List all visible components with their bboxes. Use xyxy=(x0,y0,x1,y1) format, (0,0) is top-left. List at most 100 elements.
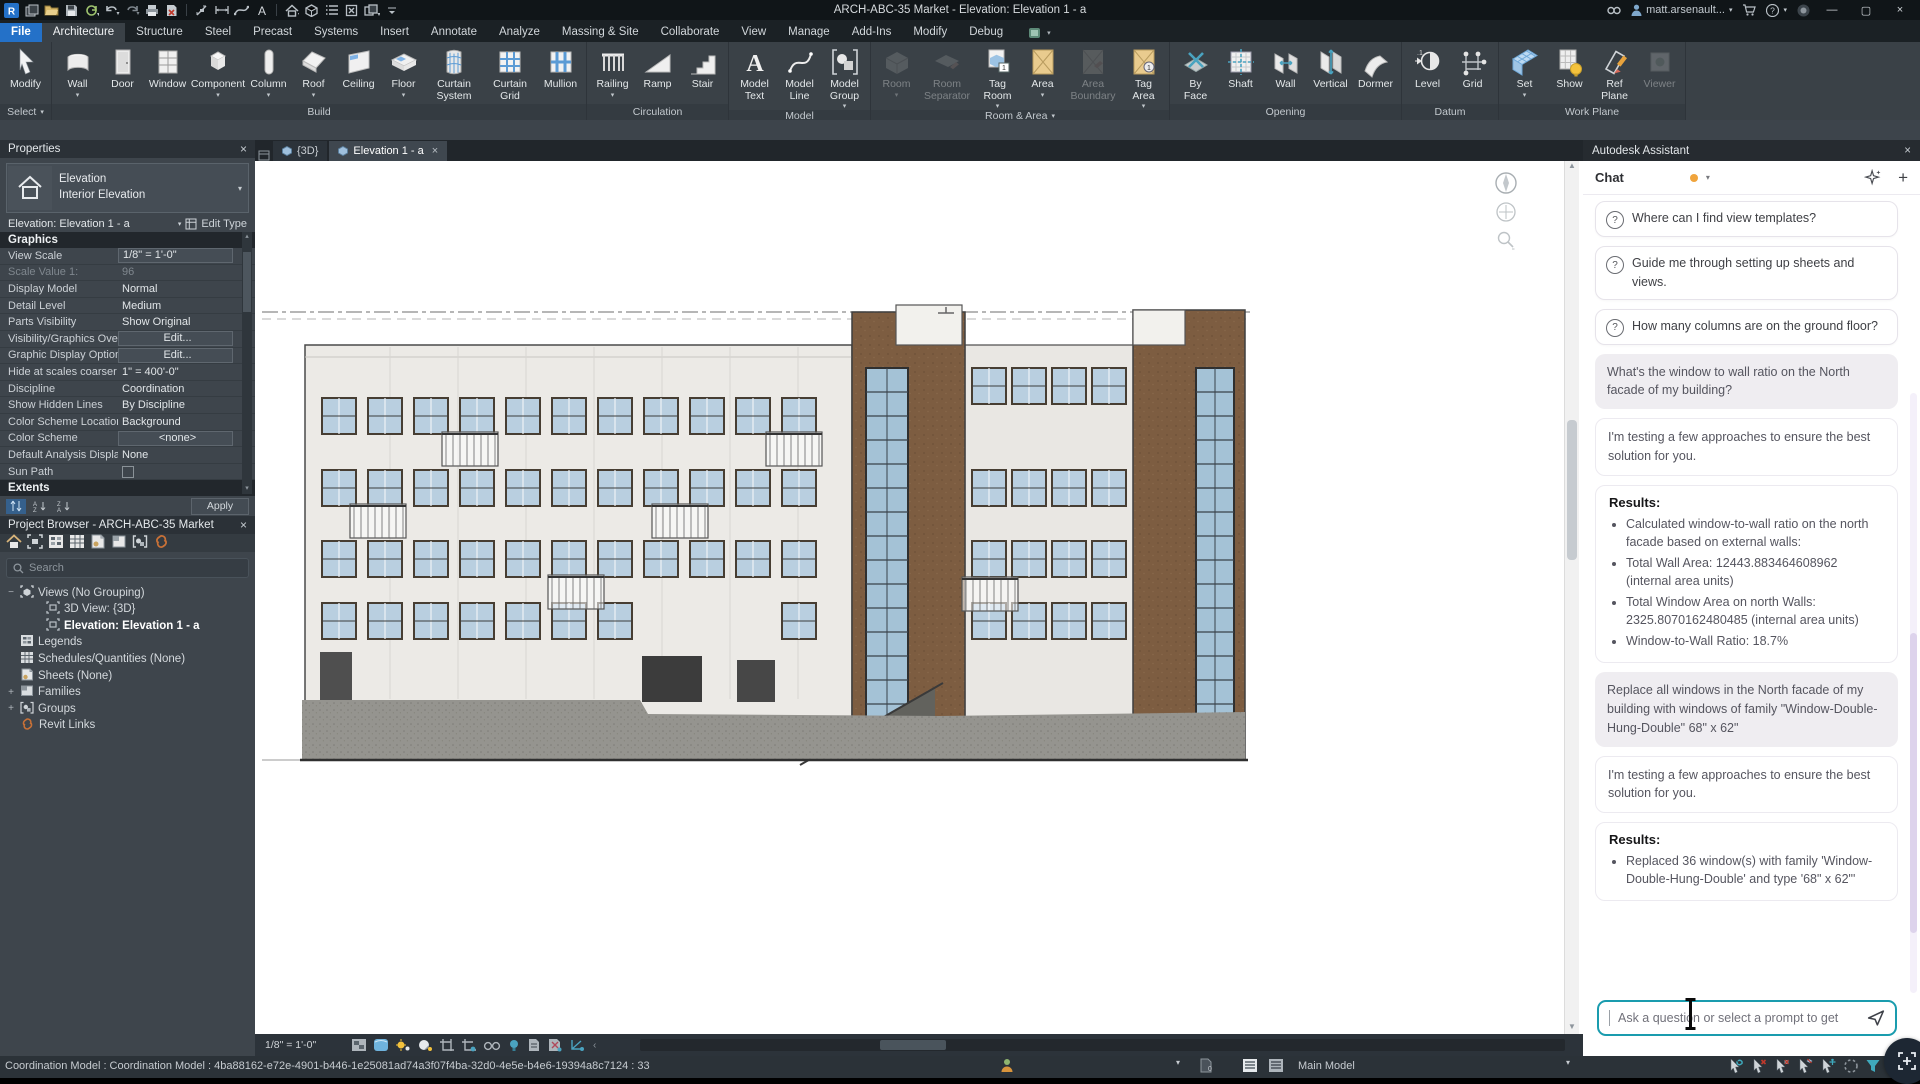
undo-icon[interactable]: ▾ xyxy=(103,2,120,18)
tab-systems[interactable]: Systems xyxy=(303,23,369,42)
maximize-button[interactable]: ▢ xyxy=(1854,4,1878,17)
view-tab-3d[interactable]: {3D} xyxy=(273,141,327,161)
panel-label-work-plane[interactable]: Work Plane xyxy=(1499,104,1685,120)
section-extents[interactable]: Extents▾ xyxy=(0,480,255,496)
view-scale-button[interactable]: 1/8" = 1'-0" xyxy=(255,1039,351,1051)
ribbon-button-ref-plane[interactable]: Ref Plane xyxy=(1592,44,1637,102)
chat-scrollbar[interactable] xyxy=(1910,393,1917,993)
tab-precast[interactable]: Precast xyxy=(242,23,303,42)
dimension-icon[interactable] xyxy=(213,2,230,18)
tab-debug[interactable]: Debug xyxy=(958,23,1014,42)
ribbon-button-wall[interactable]: Wall▾ xyxy=(55,44,100,99)
tab-architecture[interactable]: Architecture xyxy=(42,23,125,42)
project-browser-header[interactable]: Project Browser - ARCH-ABC-35 Market × xyxy=(0,516,255,534)
new-chat-icon[interactable]: + xyxy=(1898,169,1908,186)
shadows-icon[interactable] xyxy=(417,1038,433,1052)
ribbon-button-grid[interactable]: Grid xyxy=(1450,44,1495,91)
measure-icon[interactable] xyxy=(193,2,210,18)
selection-ring-icon[interactable] xyxy=(1843,1058,1859,1077)
properties-scrollbar[interactable]: ▴▾ xyxy=(242,232,252,494)
close-button[interactable]: × xyxy=(1888,4,1912,16)
ribbon-button-dormer[interactable]: Dormer xyxy=(1353,44,1398,91)
help-menu[interactable]: ? ▾ xyxy=(1766,4,1787,17)
group-icon[interactable] xyxy=(132,534,148,552)
apply-button[interactable]: Apply xyxy=(191,498,249,515)
ribbon-button-column[interactable]: Column▾ xyxy=(246,44,291,99)
ribbon-button-level[interactable]: .1Level xyxy=(1405,44,1450,91)
notification-icon[interactable] xyxy=(1797,4,1810,17)
switch-windows-icon[interactable]: ▾ xyxy=(363,2,380,18)
redo-icon[interactable]: ▾ xyxy=(123,2,140,18)
type-selector-caret-icon[interactable]: ▾ xyxy=(238,184,248,193)
ribbon-button-area[interactable]: Area▾ xyxy=(1020,44,1065,99)
modify-toolbar-icon[interactable]: ▾ xyxy=(1028,27,1051,42)
drag-on-selection-toggle[interactable] xyxy=(1820,1058,1837,1077)
ribbon-button-wall[interactable]: Wall xyxy=(1263,44,1308,91)
ribbon-button-ceiling[interactable]: Ceiling xyxy=(336,44,381,91)
tab-add-ins[interactable]: Add-Ins xyxy=(841,23,903,42)
properties-header[interactable]: Properties × xyxy=(0,140,255,158)
browser-search[interactable]: Search xyxy=(6,558,249,578)
tab-analyze[interactable]: Analyze xyxy=(488,23,551,42)
drawing-area[interactable]: ▲▼ xyxy=(255,161,1583,1034)
editable-only-icon[interactable]: 0 xyxy=(1198,1058,1213,1073)
workset-list-caret-icon[interactable]: ▾ xyxy=(1566,1058,1570,1067)
chat-input[interactable] xyxy=(1616,1010,1865,1026)
ribbon-button-window[interactable]: Window xyxy=(145,44,190,91)
prompt-card[interactable]: ?How many columns are on the ground floo… xyxy=(1595,309,1898,345)
view-3d-icon[interactable] xyxy=(303,2,320,18)
list-icon[interactable] xyxy=(323,2,340,18)
panel-label-datum[interactable]: Datum xyxy=(1402,104,1498,120)
file-tabs-icon[interactable] xyxy=(23,2,40,18)
ribbon-button-vertical[interactable]: Vertical xyxy=(1308,44,1353,91)
ribbon-button-floor[interactable]: Floor▾ xyxy=(381,44,426,99)
sparkle-icon[interactable] xyxy=(1864,169,1882,187)
close-tab-icon[interactable]: × xyxy=(432,145,438,157)
edit-type-button[interactable]: Edit Type xyxy=(201,218,247,230)
ribbon-button-door[interactable]: Door xyxy=(100,44,145,91)
prompt-card[interactable]: ?Guide me through setting up sheets and … xyxy=(1595,246,1898,300)
customize-icon[interactable] xyxy=(383,2,400,18)
select-links-toggle[interactable] xyxy=(1728,1058,1745,1077)
close-doc-icon[interactable] xyxy=(163,2,180,18)
vertical-scrollbar[interactable]: ▲▼ xyxy=(1564,161,1579,1034)
ribbon-button-tag-area[interactable]: 1Tag Area▾ xyxy=(1121,44,1166,110)
navigation-wheel-icon[interactable] xyxy=(1494,171,1518,195)
ribbon-button-mullion[interactable]: Mullion xyxy=(538,44,583,91)
panel-label-select[interactable]: Select▾ xyxy=(0,104,51,120)
worksharing-user-icon[interactable] xyxy=(1000,1058,1014,1073)
ribbon-button-model-line[interactable]: Model Line xyxy=(777,44,822,102)
family-icon[interactable] xyxy=(111,534,127,552)
analytical-model-icon[interactable] xyxy=(569,1038,585,1052)
ribbon-button-railing[interactable]: Railing▾ xyxy=(590,44,635,99)
section-graphics[interactable]: Graphics▴ xyxy=(0,232,255,248)
tab-insert[interactable]: Insert xyxy=(369,23,420,42)
prompt-card[interactable]: ?Where can I find view templates? xyxy=(1595,201,1898,237)
sort-za-icon[interactable]: ZA xyxy=(54,499,74,514)
tree-item-schedules-quantities-none[interactable]: Schedules/Quantities (None) xyxy=(0,651,255,668)
ribbon-button-show[interactable]: Show xyxy=(1547,44,1592,91)
tree-item-3d-view-3d[interactable]: 3D View: {3D} xyxy=(0,601,255,618)
select-pinned-toggle[interactable] xyxy=(1774,1058,1791,1077)
tree-item-legends[interactable]: Legends xyxy=(0,634,255,651)
reveal-constraints-icon[interactable] xyxy=(547,1038,563,1052)
chat-caret-icon[interactable]: ▾ xyxy=(1706,173,1710,182)
save-icon[interactable] xyxy=(63,2,80,18)
instance-caret-icon[interactable]: ▾ xyxy=(178,220,182,228)
worksharing-display-icon[interactable] xyxy=(527,1038,541,1052)
select-underlay-toggle[interactable] xyxy=(1751,1058,1768,1077)
ribbon-button-component[interactable]: Component▾ xyxy=(190,44,246,99)
ribbon-button-tag-room[interactable]: 1Tag Room▾ xyxy=(975,44,1020,110)
panel-label-build[interactable]: Build xyxy=(52,104,586,120)
tree-item-families[interactable]: +Families xyxy=(0,684,255,701)
horizontal-scrollbar[interactable] xyxy=(640,1039,1565,1051)
project-browser-close-icon[interactable]: × xyxy=(240,518,247,532)
view-list-icon[interactable] xyxy=(255,150,273,161)
temporary-view-icon[interactable] xyxy=(507,1038,521,1052)
scroll-left-icon[interactable]: ‹ xyxy=(593,1040,596,1051)
active-workset-label[interactable]: Main Model xyxy=(1298,1060,1355,1072)
schedule-icon[interactable] xyxy=(69,534,85,552)
revit-logo-icon[interactable]: R xyxy=(3,2,20,18)
panel-label-opening[interactable]: Opening xyxy=(1170,104,1401,120)
tab-modify[interactable]: Modify xyxy=(902,23,958,42)
